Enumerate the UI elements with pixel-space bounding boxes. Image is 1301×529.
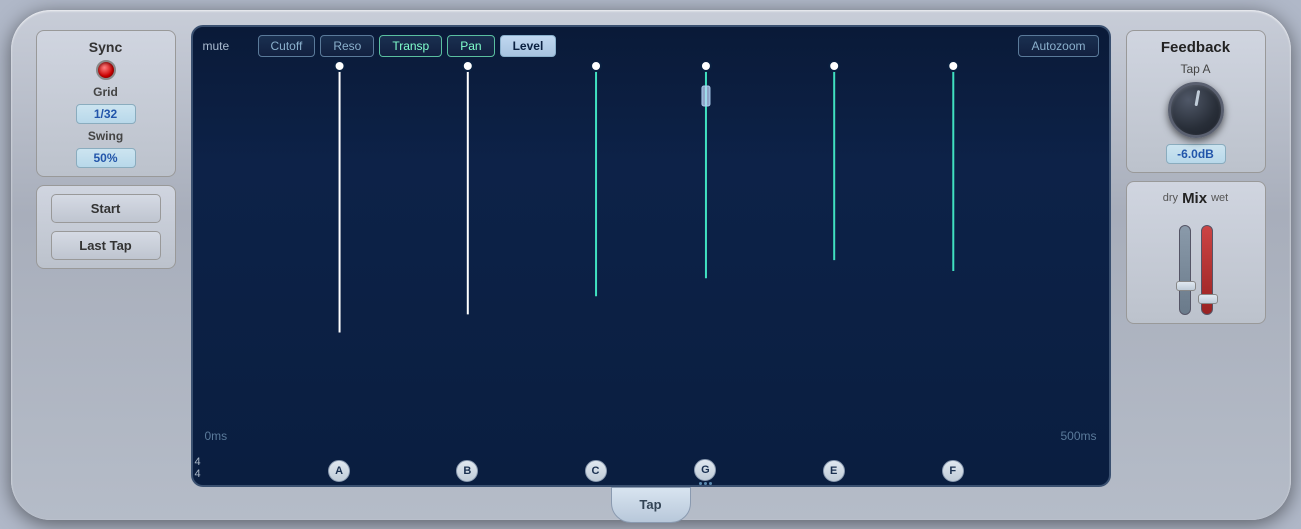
tap-circle-b[interactable]: B: [456, 460, 478, 482]
right-panel: Feedback Tap A -6.0dB dry Mix wet: [1116, 20, 1276, 510]
tap-circle-e[interactable]: E: [823, 460, 845, 482]
tap-circle-g[interactable]: G: [694, 459, 716, 481]
mute-label: mute: [203, 39, 243, 53]
tap-label-c: C: [585, 460, 607, 482]
sync-section: Sync Grid 1/32 Swing 50%: [36, 30, 176, 177]
autozoom-button[interactable]: Autozoom: [1018, 35, 1098, 57]
tap-lines-svg: [193, 61, 1109, 423]
tap-button[interactable]: Tap: [611, 487, 691, 523]
swing-label: Swing: [88, 129, 123, 143]
sync-label: Sync: [89, 39, 122, 55]
dry-slider-track: [1179, 225, 1191, 315]
feedback-knob[interactable]: [1168, 82, 1224, 138]
tap-circle-c[interactable]: C: [585, 460, 607, 482]
left-panel: Sync Grid 1/32 Swing 50% Start Last Tap: [26, 20, 186, 510]
tap-label-e: E: [823, 460, 845, 482]
wet-slider-track: [1201, 225, 1213, 315]
last-tap-button[interactable]: Last Tap: [51, 231, 161, 260]
feedback-label: Feedback: [1161, 39, 1230, 56]
sync-led[interactable]: [96, 60, 116, 80]
dry-label: dry: [1163, 192, 1178, 204]
mix-sliders: [1179, 215, 1213, 315]
mix-section: dry Mix wet: [1126, 181, 1266, 324]
plugin-shell: Sync Grid 1/32 Swing 50% Start Last Tap …: [11, 10, 1291, 520]
time-sig-top: 4: [195, 456, 201, 468]
time-label-start: 0ms: [205, 429, 228, 443]
wet-label: wet: [1211, 192, 1228, 204]
time-label-end: 500ms: [1060, 429, 1096, 443]
swing-value[interactable]: 50%: [76, 148, 136, 168]
tab-level[interactable]: Level: [500, 35, 557, 57]
tab-cutoff[interactable]: Cutoff: [258, 35, 316, 57]
sequencer-screen: mute Cutoff Reso Transp Pan Level Autozo…: [191, 25, 1111, 487]
tap-circle-a[interactable]: A: [328, 460, 350, 482]
feedback-section: Feedback Tap A -6.0dB: [1126, 30, 1266, 173]
mix-header: dry Mix wet: [1135, 190, 1257, 207]
tap-g-dots: [699, 482, 712, 485]
time-sig: 4 4: [195, 456, 201, 480]
grid-value[interactable]: 1/32: [76, 104, 136, 124]
mix-label: Mix: [1182, 190, 1207, 207]
tab-bar: mute Cutoff Reso Transp Pan Level Autozo…: [193, 27, 1109, 61]
tab-pan[interactable]: Pan: [447, 35, 494, 57]
tab-reso[interactable]: Reso: [320, 35, 374, 57]
tap-label-a: A: [328, 460, 350, 482]
tap-a-label: Tap A: [1180, 62, 1210, 76]
tap-circle-f[interactable]: F: [942, 460, 964, 482]
grid-label: Grid: [93, 85, 118, 99]
tap-labels-row: 4 4 A B C G: [193, 453, 1109, 485]
tab-transp[interactable]: Transp: [379, 35, 442, 57]
wet-slider-thumb[interactable]: [1198, 294, 1218, 304]
dry-slider-thumb[interactable]: [1176, 281, 1196, 291]
start-button[interactable]: Start: [51, 194, 161, 223]
tap-label-g: G: [694, 459, 716, 485]
start-lasttap-section: Start Last Tap: [36, 185, 176, 269]
tap-label-f: F: [942, 460, 964, 482]
tap-label-b: B: [456, 460, 478, 482]
time-sig-bot: 4: [195, 468, 201, 480]
grid-area: 0ms 500ms: [193, 61, 1109, 453]
main-display: mute Cutoff Reso Transp Pan Level Autozo…: [186, 20, 1116, 510]
db-label[interactable]: -6.0dB: [1166, 144, 1226, 164]
